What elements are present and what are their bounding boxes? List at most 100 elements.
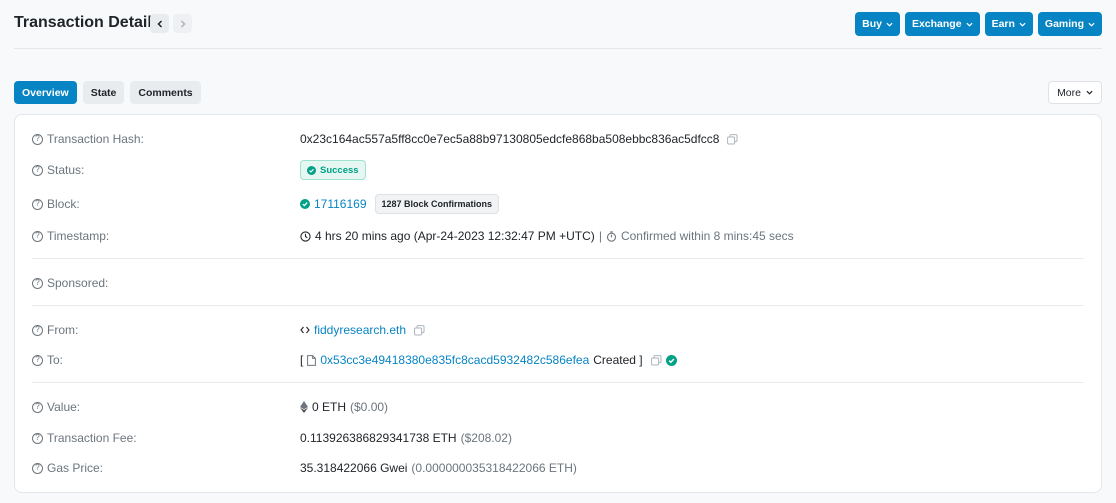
value-from: fiddyresearch.eth bbox=[300, 323, 425, 337]
help-icon[interactable]: ? bbox=[32, 133, 43, 145]
value-value: 0 ETH ($0.00) bbox=[300, 400, 388, 414]
page-header: Transaction Details Buy Exchange Earn Ga… bbox=[14, 12, 1102, 36]
label-text: Gas Price: bbox=[47, 461, 104, 475]
label-text: Timestamp: bbox=[47, 229, 110, 243]
earn-button-label: Earn bbox=[991, 18, 1015, 30]
chevron-down-icon bbox=[886, 22, 893, 27]
nav-arrows bbox=[150, 14, 192, 33]
check-circle-icon bbox=[307, 165, 316, 175]
transaction-details-card: ? Transaction Hash: 0x23c164ac557a5ff8cc… bbox=[14, 114, 1102, 493]
label-timestamp: ? Timestamp: bbox=[32, 229, 300, 243]
help-icon[interactable]: ? bbox=[32, 401, 43, 413]
ethereum-icon bbox=[300, 401, 308, 413]
help-icon[interactable]: ? bbox=[32, 354, 43, 366]
buy-button-label: Buy bbox=[862, 18, 882, 30]
copy-icon[interactable] bbox=[727, 133, 738, 145]
label-text: Status: bbox=[47, 163, 85, 177]
label-status: ? Status: bbox=[32, 163, 300, 177]
label-text: Value: bbox=[47, 400, 81, 414]
document-icon bbox=[307, 354, 317, 366]
confirmed-within-text: Confirmed within 8 mins:45 secs bbox=[620, 229, 794, 243]
help-icon[interactable]: ? bbox=[32, 277, 43, 289]
status-badge: Success bbox=[300, 160, 366, 180]
tab-bar: Overview State Comments bbox=[14, 81, 201, 104]
to-created-text: Created ] bbox=[593, 353, 643, 367]
value-usd: ($0.00) bbox=[350, 400, 389, 414]
value-to: [ 0x53cc3e49418380e835fc8cacd5932482c586… bbox=[300, 353, 677, 367]
timestamp-separator: | bbox=[598, 229, 602, 243]
copy-icon[interactable] bbox=[414, 324, 425, 336]
row-block: ? Block: 17116169 1287 Block Confirmatio… bbox=[32, 193, 1084, 215]
row-transaction-hash: ? Transaction Hash: 0x23c164ac557a5ff8cc… bbox=[32, 129, 1084, 149]
gas-eth: (0.000000035318422066 ETH) bbox=[411, 461, 577, 475]
row-sponsored: ? Sponsored: bbox=[32, 273, 1084, 293]
header-buttons: Buy Exchange Earn Gaming bbox=[855, 12, 1102, 36]
label-sponsored: ? Sponsored: bbox=[32, 276, 300, 290]
help-icon[interactable]: ? bbox=[32, 198, 43, 210]
next-transaction-button[interactable] bbox=[173, 14, 192, 33]
label-text: From: bbox=[47, 323, 79, 337]
buy-button[interactable]: Buy bbox=[855, 12, 900, 36]
from-address-link[interactable]: fiddyresearch.eth bbox=[314, 323, 406, 337]
exchange-button-label: Exchange bbox=[911, 18, 962, 30]
value-status: Success bbox=[300, 160, 366, 180]
value-amount: 0 ETH bbox=[312, 400, 347, 414]
label-from: ? From: bbox=[32, 323, 300, 337]
row-status: ? Status: Success bbox=[32, 159, 1084, 181]
chevron-down-icon bbox=[966, 22, 973, 27]
row-transaction-fee: ? Transaction Fee: 0.113926386829341738 … bbox=[32, 428, 1084, 448]
label-gas-price: ? Gas Price: bbox=[32, 461, 300, 475]
label-transaction-hash: ? Transaction Hash: bbox=[32, 132, 300, 146]
help-icon[interactable]: ? bbox=[32, 230, 43, 242]
tab-overview[interactable]: Overview bbox=[14, 81, 77, 104]
value-gas-price: 35.318422066 Gwei (0.000000035318422066 … bbox=[300, 461, 577, 475]
label-text: Sponsored: bbox=[47, 276, 109, 290]
status-badge-text: Success bbox=[320, 164, 359, 176]
more-button[interactable]: More bbox=[1048, 81, 1102, 104]
block-number-link[interactable]: 17116169 bbox=[314, 197, 367, 211]
gaming-button[interactable]: Gaming bbox=[1037, 12, 1102, 36]
value-transaction-fee: 0.113926386829341738 ETH ($208.02) bbox=[300, 431, 512, 445]
fee-amount: 0.113926386829341738 ETH bbox=[300, 431, 457, 445]
help-icon[interactable]: ? bbox=[32, 462, 43, 474]
label-transaction-fee: ? Transaction Fee: bbox=[32, 431, 300, 445]
contract-address-link[interactable]: 0x53cc3e49418380e835fc8cacd5932482c586ef… bbox=[320, 353, 589, 367]
stopwatch-icon bbox=[606, 230, 616, 242]
header-divider bbox=[14, 48, 1102, 49]
row-value: ? Value: 0 ETH ($0.00) bbox=[32, 397, 1084, 417]
row-from: ? From: fiddyresearch.eth bbox=[32, 320, 1084, 340]
value-timestamp: 4 hrs 20 mins ago (Apr-24-2023 12:32:47 … bbox=[300, 229, 794, 243]
help-icon[interactable]: ? bbox=[32, 164, 43, 176]
verified-check-icon bbox=[665, 354, 677, 366]
timestamp-text: 4 hrs 20 mins ago (Apr-24-2023 12:32:47 … bbox=[315, 229, 595, 243]
page-title: Transaction Details bbox=[14, 14, 161, 31]
row-to: ? To: [ 0x53cc3e49418380e835fc8cacd59324… bbox=[32, 350, 1084, 370]
transaction-hash-text: 0x23c164ac557a5ff8cc0e7ec5a88b97130805ed… bbox=[300, 132, 720, 146]
fee-usd: ($208.02) bbox=[460, 431, 512, 445]
gaming-button-label: Gaming bbox=[1044, 18, 1084, 30]
chevron-down-icon bbox=[1086, 90, 1093, 95]
tab-comments[interactable]: Comments bbox=[130, 81, 201, 104]
earn-button[interactable]: Earn bbox=[984, 12, 1033, 36]
exchange-button[interactable]: Exchange bbox=[904, 12, 980, 36]
help-icon[interactable]: ? bbox=[32, 432, 43, 444]
chevron-right-icon bbox=[180, 19, 186, 28]
label-block: ? Block: bbox=[32, 197, 300, 211]
chevron-down-icon bbox=[1088, 22, 1095, 27]
to-open-bracket: [ bbox=[300, 353, 304, 367]
label-value: ? Value: bbox=[32, 400, 300, 414]
chevron-down-icon bbox=[1019, 22, 1026, 27]
section-divider bbox=[32, 305, 1084, 306]
block-confirmations-badge: 1287 Block Confirmations bbox=[374, 194, 500, 214]
tab-state[interactable]: State bbox=[82, 81, 125, 104]
help-icon[interactable]: ? bbox=[32, 324, 43, 336]
previous-transaction-button[interactable] bbox=[150, 14, 169, 33]
row-gas-price: ? Gas Price: 35.318422066 Gwei (0.000000… bbox=[32, 458, 1084, 478]
value-transaction-hash: 0x23c164ac557a5ff8cc0e7ec5a88b97130805ed… bbox=[300, 132, 738, 146]
section-divider bbox=[32, 258, 1084, 259]
chevron-left-icon bbox=[156, 19, 162, 28]
copy-icon[interactable] bbox=[650, 354, 662, 366]
section-divider bbox=[32, 382, 1084, 383]
check-circle-icon bbox=[300, 199, 310, 209]
label-text: Block: bbox=[47, 197, 80, 211]
